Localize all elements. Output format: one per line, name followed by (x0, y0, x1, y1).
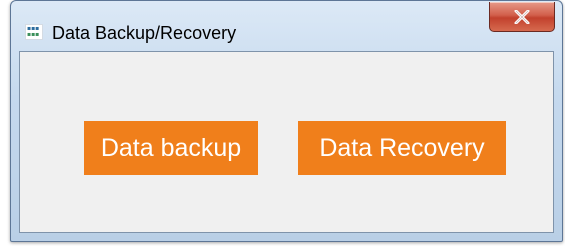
app-icon: ▪▪▪ ▪▪▪ (25, 24, 43, 40)
dialog-content: Data backup Data Recovery (19, 51, 554, 233)
close-button[interactable] (489, 2, 555, 32)
data-backup-button[interactable]: Data backup (84, 121, 258, 175)
title-bar[interactable]: ▪▪▪ ▪▪▪ Data Backup/Recovery (11, 1, 562, 51)
window-title: Data Backup/Recovery (52, 23, 237, 43)
data-recovery-button[interactable]: Data Recovery (298, 121, 506, 175)
backup-recovery-window: ▪▪▪ ▪▪▪ Data Backup/Recovery Data backup… (10, 0, 563, 242)
close-icon (514, 9, 530, 24)
